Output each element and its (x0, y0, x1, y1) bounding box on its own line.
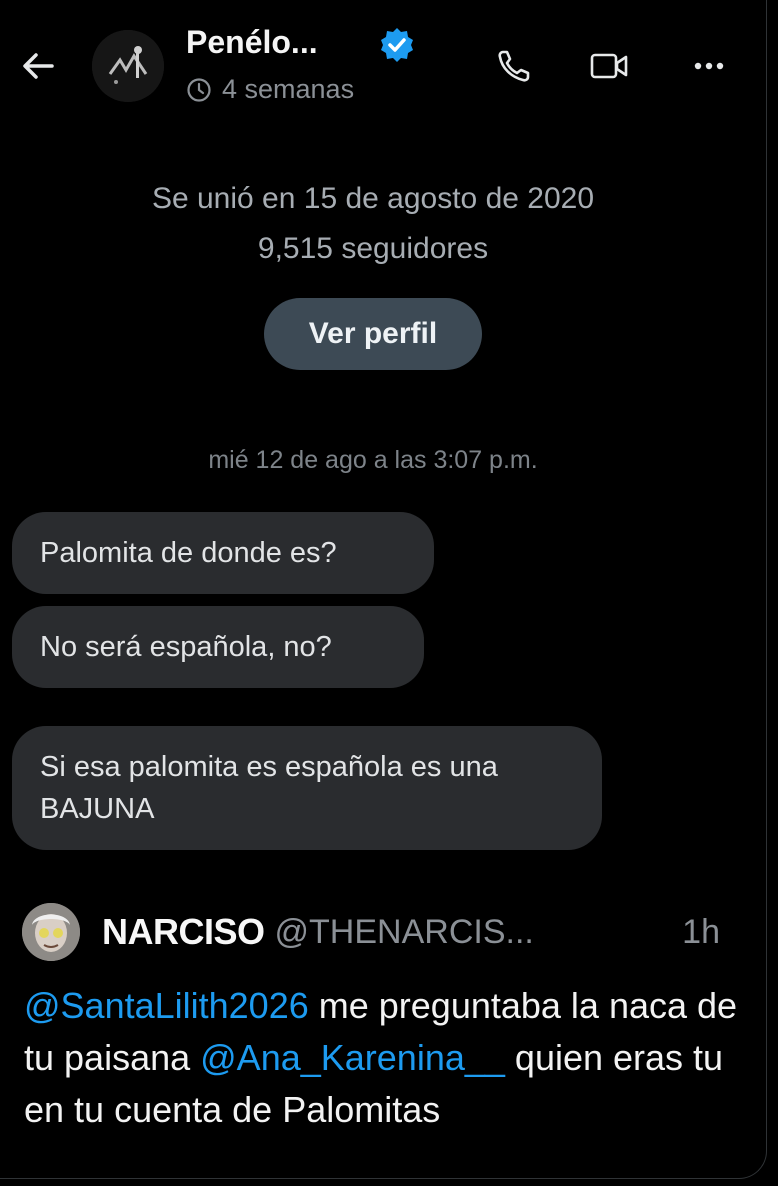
contact-name: Penélo... (186, 24, 318, 60)
follower-count: 9,515 seguidores (257, 232, 489, 265)
view-profile-button[interactable]: Ver perfil (264, 298, 482, 370)
mention-link[interactable]: @SantaLilith2026 (24, 985, 309, 1026)
tweet-author-handle[interactable]: @THENARCIS... (275, 913, 534, 952)
video-camera-icon[interactable] (588, 46, 630, 86)
avatar[interactable] (92, 30, 164, 102)
tweet-author-name[interactable]: NARCISO (102, 911, 265, 953)
last-seen: 4 semanas (186, 74, 354, 105)
phone-icon[interactable] (494, 46, 536, 86)
verified-badge-icon (381, 28, 413, 62)
tweet-text: @SantaLilith2026 me preguntaba la naca d… (24, 980, 744, 1136)
last-seen-text: 4 semanas (222, 74, 355, 104)
message-bubble[interactable]: No será española, no? (12, 606, 424, 688)
join-date: Se unió en 15 de agosto de 2020 (151, 182, 595, 215)
mention-link[interactable]: @Ana_Karenina__ (200, 1037, 505, 1078)
message-bubble[interactable]: Palomita de donde es? (12, 512, 434, 594)
clock-icon (187, 77, 211, 102)
message-bubble[interactable]: Si esa palomita es española es una BAJUN… (12, 726, 602, 850)
tweet-header: NARCISO @THENARCIS... 1h (22, 900, 742, 964)
back-arrow-icon[interactable] (18, 46, 58, 86)
more-options-icon[interactable] (688, 46, 730, 86)
tweet-time: 1h (682, 912, 720, 951)
dm-header: Penélo... 4 semanas (0, 0, 778, 130)
message-timestamp: mié 12 de ago a las 3:07 p.m. (208, 446, 538, 474)
tweet-avatar[interactable] (22, 903, 80, 961)
